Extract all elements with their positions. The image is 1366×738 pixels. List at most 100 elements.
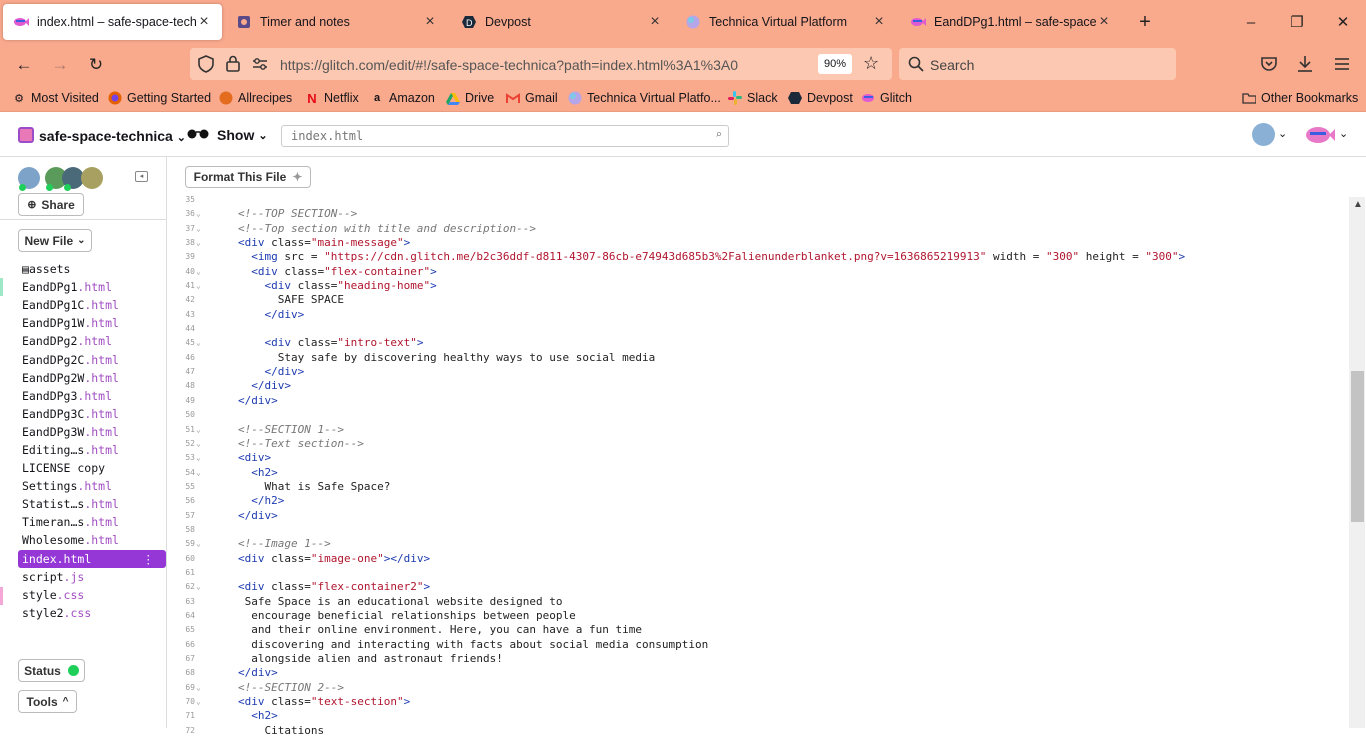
bookmark-amazon[interactable]: a Amazon [370,91,435,105]
menu-icon[interactable] [1334,57,1350,74]
file-item[interactable]: Statist…s .html [18,495,166,513]
code-line[interactable]: 68 </div> [167,666,1347,680]
bookmark-most-visited[interactable]: ⚙ Most Visited [12,91,99,105]
file-item[interactable]: style .css [18,586,166,604]
fold-chevron-icon[interactable]: ⌄ [196,580,201,594]
other-bookmarks[interactable]: Other Bookmarks [1242,91,1358,105]
status-button[interactable]: Status [18,659,85,682]
code-line[interactable]: 43 </div> [167,308,1347,322]
fold-chevron-icon[interactable]: ⌄ [196,222,201,236]
pocket-icon[interactable] [1260,56,1278,75]
file-item[interactable]: EandDPg2 .html [18,332,166,350]
bookmark-technica[interactable]: Technica Virtual Platfo... [568,91,721,105]
close-tab-icon[interactable]: × [1096,14,1112,30]
file-item[interactable]: EandDPg1 .html [18,278,166,296]
zoom-level[interactable]: 90% [818,54,852,74]
back-arrow-icon[interactable]: ← [10,52,38,78]
fold-chevron-icon[interactable]: ⌄ [196,695,201,709]
code-line[interactable]: 53 ⌄ <div> [167,451,1347,465]
code-line[interactable]: 49 </div> [167,394,1347,408]
project-name[interactable]: safe-space-technica ⌄ [39,128,186,144]
file-item[interactable]: EandDPg3W .html [18,423,166,441]
search-bar[interactable]: Search [899,48,1176,80]
tab-eanddpg1[interactable]: EandDPg1.html – safe-space-te × [900,4,1122,40]
tab-index-html[interactable]: index.html – safe-space-technic × [3,4,222,40]
code-line[interactable]: 64 encourage beneficial relationships be… [167,609,1347,623]
url-bar[interactable]: https://glitch.com/edit/#!/safe-space-te… [190,48,892,80]
code-line[interactable]: 58 [167,523,1347,537]
scroll-up-icon[interactable]: ▲ [1353,199,1363,210]
file-menu-icon[interactable]: ⋮ [143,552,155,566]
maximize-button[interactable]: ❐ [1282,8,1312,36]
code-line[interactable]: 50 [167,408,1347,422]
code-line[interactable]: 70 ⌄ <div class="text-section"> [167,695,1347,709]
code-line[interactable]: 71 <h2> [167,709,1347,723]
code-line[interactable]: 65 and their online environment. Here, y… [167,623,1347,637]
code-line[interactable]: 52 ⌄ <!--Text section--> [167,437,1347,451]
file-item[interactable]: EandDPg1W .html [18,314,166,332]
bookmark-gmail[interactable]: Gmail [506,91,558,105]
permissions-icon[interactable] [252,57,268,74]
code-line[interactable]: 41 ⌄ <div class="heading-home"> [167,279,1347,293]
file-item[interactable]: script .js [18,568,166,586]
file-item[interactable]: Wholesome .html [18,531,166,549]
tools-button[interactable]: Tools ^ [18,690,77,713]
code-line[interactable]: 60 <div class="image-one"></div> [167,552,1347,566]
fold-chevron-icon[interactable]: ⌄ [196,279,201,293]
code-line[interactable]: 56 </h2> [167,494,1347,508]
minimize-button[interactable]: – [1236,8,1266,36]
bookmark-slack[interactable]: Slack [728,91,778,105]
file-item[interactable]: EandDPg3 .html [18,387,166,405]
glitch-logo-icon[interactable] [1305,125,1335,148]
avatar[interactable] [81,167,103,189]
code-editor[interactable]: Format This File ✦ 35 36 ⌄ <!--TOP SECTION--… [167,157,1366,737]
assets-folder[interactable]: ▤ assets [18,260,166,278]
code-line[interactable]: 37 ⌄ <!--Top section with title and descri… [167,222,1347,236]
code-line[interactable]: 46 Stay safe by discovering healthy ways… [167,351,1347,365]
fold-chevron-icon[interactable]: ⌄ [196,207,201,221]
file-item[interactable]: EandDPg2C .html [18,350,166,368]
close-tab-icon[interactable]: × [871,14,887,30]
tab-devpost[interactable]: D Devpost × [451,4,673,40]
fold-chevron-icon[interactable]: ⌄ [196,537,201,551]
file-item[interactable]: style2 .css [18,604,166,622]
file-item[interactable]: Editing…s .html [18,441,166,459]
fold-chevron-icon[interactable]: ⌄ [196,423,201,437]
reload-icon[interactable]: ↻ [82,52,110,78]
fold-chevron-icon[interactable]: ⌄ [196,336,201,350]
file-search-input[interactable]: index.html ⌕ [281,125,729,147]
share-button[interactable]: ⊕ Share [18,193,84,216]
code-line[interactable]: 44 [167,322,1347,336]
fold-chevron-icon[interactable]: ⌄ [196,681,201,695]
close-tab-icon[interactable]: × [422,14,438,30]
bookmark-netflix[interactable]: N Netflix [305,91,358,106]
new-tab-button[interactable]: + [1130,8,1160,36]
close-window-button[interactable]: ✕ [1328,8,1358,36]
code-line[interactable]: 55 What is Safe Space? [167,480,1347,494]
code-line[interactable]: 66 discovering and interacting with fact… [167,638,1347,652]
bookmark-allrecipes[interactable]: Allrecipes [219,91,292,105]
shield-icon[interactable] [198,55,214,76]
file-item[interactable]: EandDPg3C .html [18,405,166,423]
fold-chevron-icon[interactable]: ⌄ [196,236,201,250]
code-line[interactable]: 39 <img src = "https://cdn.glitch.me/b2c… [167,250,1347,264]
fold-chevron-icon[interactable]: ⌄ [196,451,201,465]
format-file-button[interactable]: Format This File ✦ [185,166,311,188]
code-line[interactable]: 57 </div> [167,509,1347,523]
close-tab-icon[interactable]: × [647,14,663,30]
tab-timer-notes[interactable]: Timer and notes × [226,4,448,40]
chevron-down-icon[interactable]: ⌄ [1339,127,1348,140]
new-file-button[interactable]: New File ⌄ [18,229,92,252]
show-button[interactable]: Show ⌄ [187,127,268,143]
bookmark-drive[interactable]: Drive [446,91,494,105]
code-line[interactable]: 69 ⌄ <!--SECTION 2--> [167,681,1347,695]
star-icon[interactable]: ☆ [863,53,879,74]
collapse-sidebar-icon[interactable]: ◂ [135,171,148,182]
code-line[interactable]: 51 ⌄ <!--SECTION 1--> [167,423,1347,437]
bookmark-getting-started[interactable]: Getting Started [108,91,211,105]
file-item[interactable]: EandDPg2W .html [18,369,166,387]
code-line[interactable]: 67 alongside alien and astronaut friends… [167,652,1347,666]
tab-technica[interactable]: Technica Virtual Platform × [675,4,897,40]
code-line[interactable]: 62 ⌄ <div class="flex-container2"> [167,580,1347,594]
scrollbar-thumb[interactable] [1351,371,1364,522]
